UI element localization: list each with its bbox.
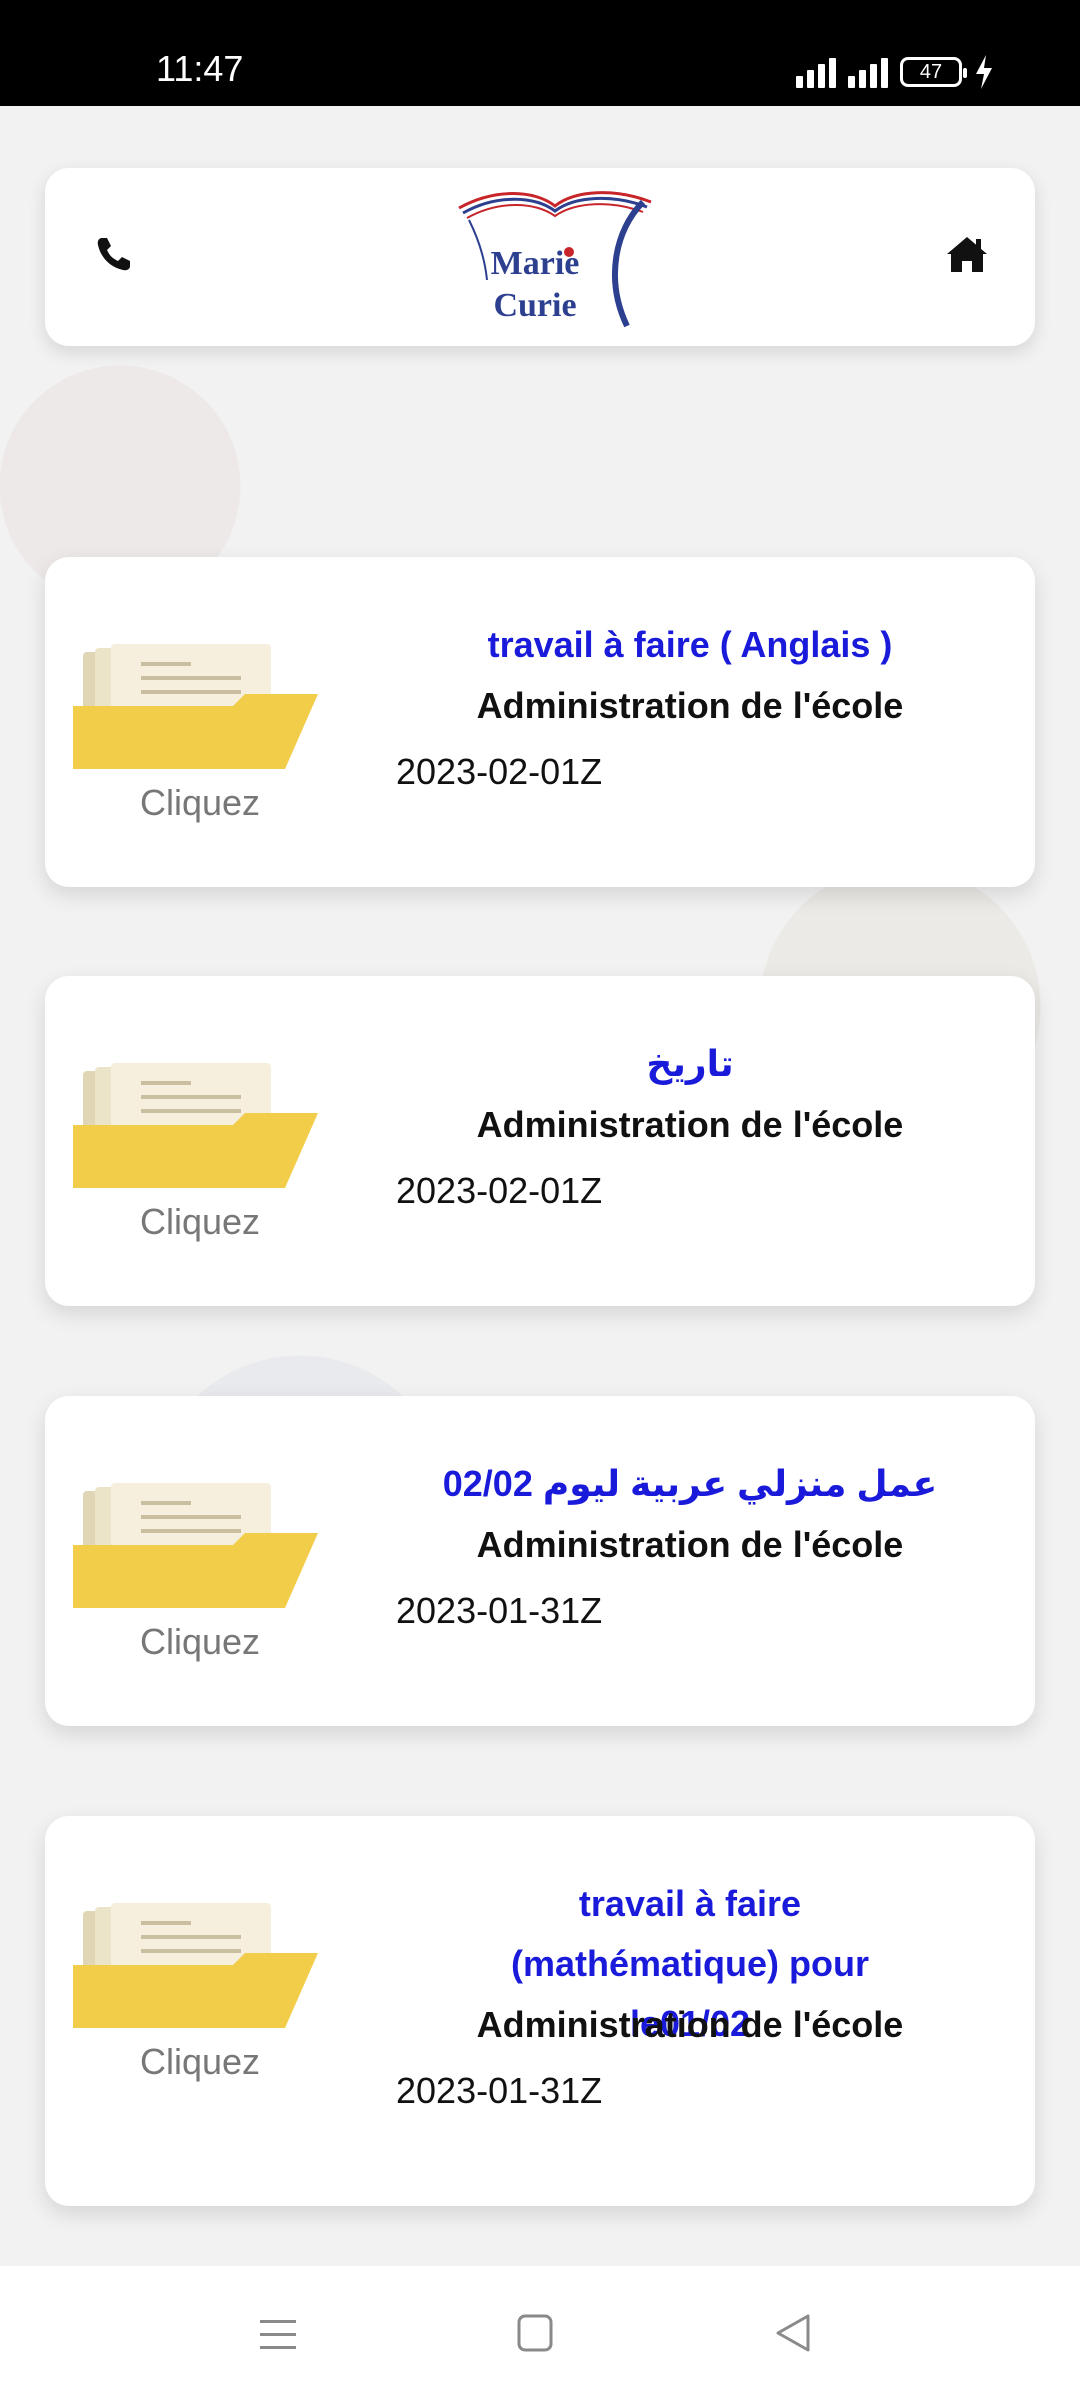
- battery-level: 47: [919, 60, 943, 83]
- item-date: 2023-01-31Z: [396, 2070, 603, 2111]
- list-item[interactable]: Cliquez تاريخ Administration de l'école …: [45, 976, 1035, 1306]
- battery-icon: 47: [900, 57, 967, 87]
- item-title: عمل منزلي عربية ليوم 02/02: [442, 1463, 938, 1504]
- folder-icon: [73, 1903, 318, 2028]
- item-author: Administration de l'école: [476, 1104, 904, 1145]
- folder-icon: [73, 1483, 318, 1608]
- item-title: travail à faire ( Anglais ): [487, 624, 893, 665]
- recent-apps-icon[interactable]: [258, 2314, 298, 2354]
- home-button-icon[interactable]: [517, 2314, 553, 2352]
- home-icon[interactable]: [945, 234, 989, 274]
- item-author: Administration de l'école: [476, 2004, 904, 2045]
- item-date: 2023-02-01Z: [396, 1170, 603, 1211]
- open-link[interactable]: Cliquez: [85, 2041, 315, 2083]
- back-icon[interactable]: [774, 2312, 814, 2354]
- status-icons: 47: [796, 52, 994, 92]
- signal-icon: [796, 56, 836, 88]
- item-author: Administration de l'école: [476, 1524, 904, 1565]
- open-link[interactable]: Cliquez: [85, 1201, 315, 1243]
- item-date: 2023-01-31Z: [396, 1590, 603, 1631]
- charging-icon: [976, 55, 992, 89]
- list-item[interactable]: Cliquez travail à faire ( Anglais ) Admi…: [45, 557, 1035, 887]
- open-link[interactable]: Cliquez: [85, 1621, 315, 1663]
- folder-icon: [73, 1063, 318, 1188]
- status-time: 11:47: [156, 48, 244, 89]
- item-date: 2023-02-01Z: [396, 751, 603, 792]
- item-title: تاريخ: [646, 1043, 734, 1084]
- status-bar: 11:47 47: [0, 0, 1080, 106]
- logo-line-2: Curie: [493, 287, 577, 324]
- list-item[interactable]: Cliquez travail à faire (mathématique) p…: [45, 1816, 1035, 2206]
- phone-icon[interactable]: [94, 234, 134, 274]
- logo-line-1: Marie: [490, 245, 580, 282]
- logo-text: Marie Curie: [480, 243, 590, 327]
- item-author: Administration de l'école: [476, 685, 904, 726]
- signal-icon: [848, 56, 888, 88]
- open-link[interactable]: Cliquez: [85, 782, 315, 824]
- folder-icon: [73, 644, 318, 769]
- list-item[interactable]: Cliquez عمل منزلي عربية ليوم 02/02 Admin…: [45, 1396, 1035, 1726]
